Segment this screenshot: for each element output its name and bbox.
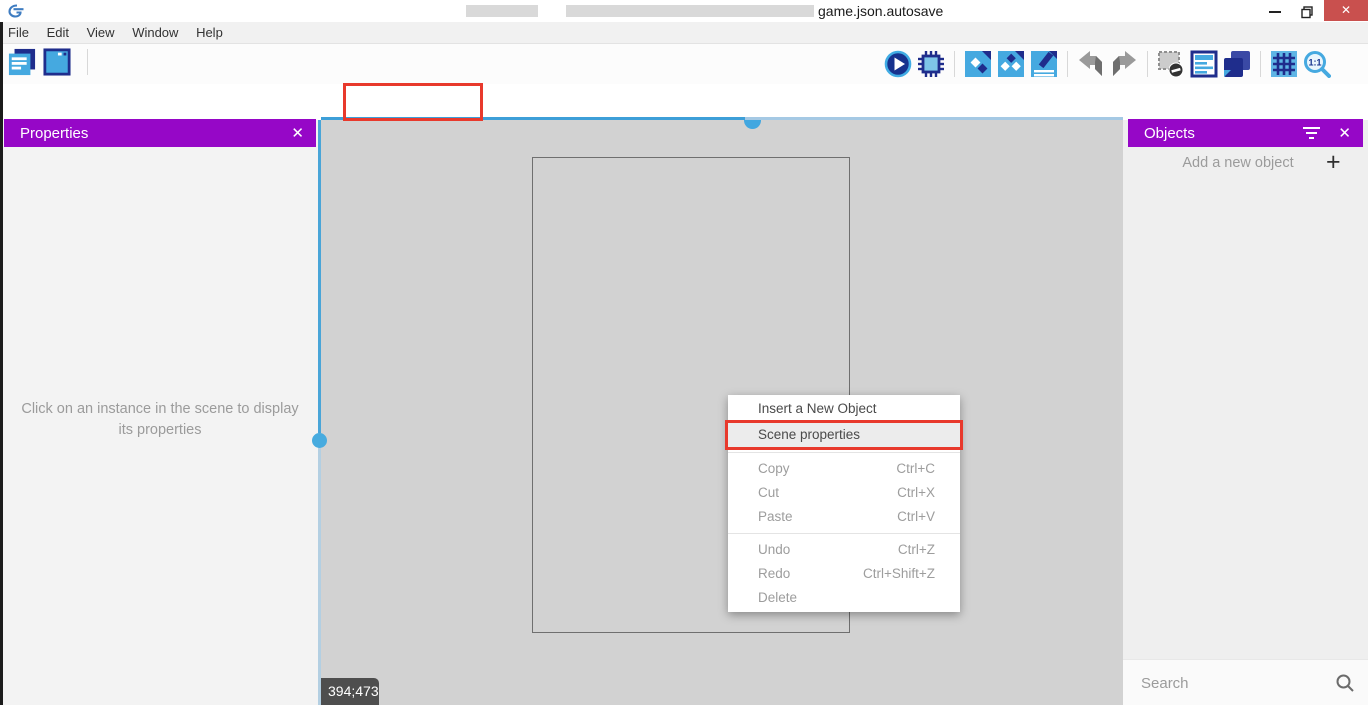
start-scene-icon[interactable] — [43, 48, 71, 76]
menu-view[interactable]: View — [87, 22, 115, 43]
properties-panel-header: Properties ✕ — [4, 119, 316, 147]
gdevelop-window: game.json.autosave ✕ File Edit View Wind… — [0, 0, 1368, 705]
menu-item-redo[interactable]: Redo Ctrl+Shift+Z — [728, 562, 960, 586]
search-icon[interactable] — [1335, 673, 1355, 698]
debug-icon[interactable] — [917, 50, 945, 78]
objects-search-bar — [1123, 659, 1368, 705]
toolbar-left-group — [8, 48, 92, 76]
window-title: game.json.autosave — [818, 0, 943, 22]
toolbar-separator — [1147, 51, 1148, 77]
minimize-button[interactable] — [1260, 0, 1290, 21]
menu-separator — [728, 533, 960, 534]
filter-icon[interactable] — [1303, 127, 1320, 139]
close-button[interactable]: ✕ — [1324, 0, 1368, 21]
close-panel-icon[interactable]: ✕ — [1338, 124, 1351, 142]
menu-item-undo[interactable]: Undo Ctrl+Z — [728, 538, 960, 562]
properties-panel-title: Properties — [20, 125, 291, 142]
objects-panel-title: Objects — [1144, 125, 1303, 142]
redo-icon[interactable] — [1110, 50, 1138, 78]
add-object-icon[interactable] — [964, 50, 992, 78]
menu-item-paste[interactable]: Paste Ctrl+V — [728, 505, 960, 529]
redacted-path-segment — [566, 5, 814, 17]
add-object-plus-icon[interactable]: + — [1326, 148, 1341, 177]
edit-scene-icon[interactable] — [1030, 50, 1058, 78]
redacted-path-segment — [466, 5, 538, 17]
layers-list-icon[interactable] — [1190, 50, 1218, 78]
properties-empty-message: Click on an instance in the scene to dis… — [20, 399, 300, 441]
menu-file[interactable]: File — [8, 22, 29, 43]
annotation-box-scene-properties — [725, 420, 963, 450]
menu-item-delete[interactable]: Delete — [728, 586, 960, 610]
layers-icon[interactable] — [1223, 50, 1251, 78]
add-object-row[interactable]: Add a new object + — [1123, 150, 1368, 180]
menu-window[interactable]: Window — [132, 22, 178, 43]
menu-item-copy[interactable]: Copy Ctrl+C — [728, 457, 960, 481]
search-input[interactable] — [1141, 671, 1321, 695]
play-icon[interactable] — [884, 50, 912, 78]
gdevelop-logo-icon — [7, 3, 24, 24]
grid-icon[interactable] — [1270, 50, 1298, 78]
menu-help[interactable]: Help — [196, 22, 223, 43]
annotation-box-mainmenu-tab — [343, 83, 483, 121]
tabbar: START PAGE LEVEL1 ✕ LEVEL1 (EVENTS) ✕ MA… — [0, 84, 1368, 120]
project-manager-icon[interactable] — [8, 48, 36, 76]
menu-edit[interactable]: Edit — [47, 22, 69, 43]
canvas-top-divider[interactable] — [745, 117, 1123, 120]
menubar: File Edit View Window Help — [0, 22, 1368, 44]
restore-button[interactable] — [1292, 0, 1322, 21]
toolbar-separator — [954, 51, 955, 77]
restore-icon — [1301, 6, 1313, 19]
svg-text:1:1: 1:1 — [1309, 58, 1322, 68]
menu-item-cut[interactable]: Cut Ctrl+X — [728, 481, 960, 505]
minimize-icon — [1269, 11, 1281, 13]
toolbar: 1:1 — [0, 44, 1368, 84]
add-object-label: Add a new object — [1163, 155, 1313, 171]
menu-separator — [728, 452, 960, 453]
menu-item-insert-new-object[interactable]: Insert a New Object — [728, 397, 960, 421]
objects-panel — [1123, 120, 1368, 705]
objects-list-icon[interactable] — [997, 50, 1025, 78]
toolbar-separator — [1260, 51, 1261, 77]
mask-icon[interactable] — [1157, 50, 1185, 78]
close-panel-icon[interactable]: ✕ — [291, 124, 304, 142]
objects-panel-header: Objects ✕ — [1128, 119, 1363, 147]
divider-drag-handle[interactable] — [312, 433, 327, 448]
zoom-1-1-icon[interactable]: 1:1 — [1303, 50, 1331, 78]
titlebar: game.json.autosave ✕ — [0, 0, 1368, 22]
cursor-coordinates-badge: 394;473 — [321, 678, 379, 705]
toolbar-separator — [87, 49, 88, 75]
toolbar-right-group: 1:1 — [884, 50, 1331, 78]
undo-icon[interactable] — [1077, 50, 1105, 78]
toolbar-separator — [1067, 51, 1068, 77]
